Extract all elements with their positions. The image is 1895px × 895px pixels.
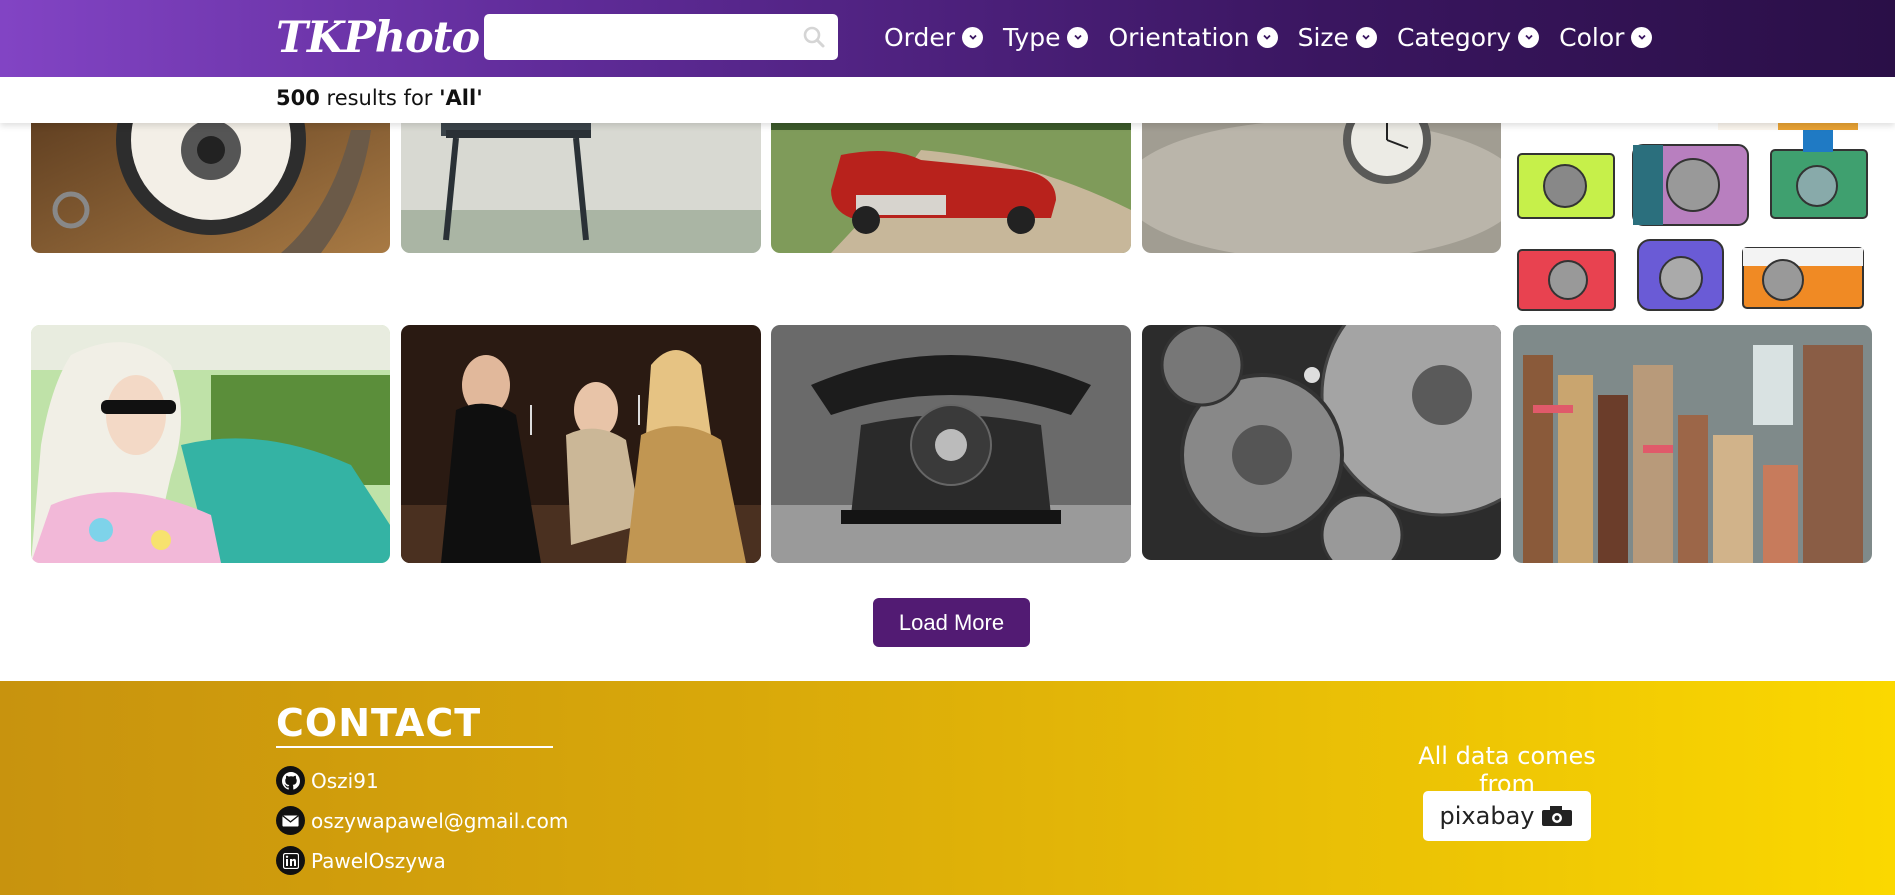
linkedin-username[interactable]: PawelOszywa (311, 849, 446, 873)
menu-orientation-label: Orientation (1108, 22, 1250, 52)
menu-category[interactable]: Category (1396, 22, 1540, 52)
envelope-icon (276, 806, 305, 835)
menu-order[interactable]: Order (884, 22, 984, 52)
camera-icon (1542, 806, 1573, 826)
photo-woman-vintage-car[interactable] (31, 325, 390, 563)
menu-color-label: Color (1559, 22, 1625, 52)
photo-black-rotary-telephone[interactable] (771, 325, 1131, 563)
contact-github[interactable]: Oszi91 (276, 766, 379, 795)
photo-stacks-of-books[interactable] (1513, 325, 1872, 563)
chevron-down-icon (1355, 26, 1377, 48)
data-source-text: All data comes from (1418, 742, 1596, 798)
chevron-down-icon (1631, 26, 1653, 48)
menu-category-label: Category (1396, 22, 1512, 52)
linkedin-icon (276, 846, 305, 875)
navbar: TKPhoto Order Type Orientation Size Cate… (0, 0, 1895, 77)
menu-type[interactable]: Type (1003, 22, 1089, 52)
menu-size[interactable]: Size (1298, 23, 1377, 52)
search-icon[interactable] (802, 25, 826, 49)
footer: CONTACT Oszi91 oszywapawel@gmail.com Paw… (0, 681, 1895, 895)
results-bar: 500 results for 'All' (0, 77, 1895, 123)
github-username[interactable]: Oszi91 (311, 769, 379, 793)
results-middle: results for (319, 86, 440, 110)
email-address[interactable]: oszywapawel@gmail.com (311, 809, 568, 833)
menu-type-label: Type (1003, 22, 1061, 52)
logo[interactable]: TKPhoto (276, 10, 480, 66)
photo-clockwork-gears[interactable] (1142, 325, 1501, 560)
contact-title: CONTACT (276, 701, 482, 745)
menu-orientation[interactable]: Orientation (1108, 22, 1278, 52)
load-more-button[interactable]: Load More (873, 598, 1030, 647)
search-box[interactable] (484, 14, 838, 60)
chevron-down-icon (1518, 26, 1540, 48)
menu-order-label: Order (884, 22, 956, 52)
pixabay-wordmark: pixabay (1439, 802, 1535, 830)
contact-divider (276, 746, 553, 748)
menu-color[interactable]: Color (1559, 22, 1653, 52)
search-input[interactable] (484, 14, 812, 60)
results-count: 500 (276, 86, 320, 110)
github-icon (276, 766, 305, 795)
chevron-down-icon (1256, 26, 1278, 48)
photo-camera-illustrations[interactable] (1513, 90, 1872, 317)
pixabay-logo-link[interactable]: pixabay (1423, 791, 1591, 841)
results-query: 'All' (439, 86, 483, 110)
contact-email[interactable]: oszywapawel@gmail.com (276, 806, 568, 835)
chevron-down-icon (962, 26, 984, 48)
contact-linkedin[interactable]: PawelOszywa (276, 846, 446, 875)
photo-three-women-wine[interactable] (401, 325, 761, 563)
filter-menu: Order Type Orientation Size Category Col… (884, 18, 1672, 56)
chevron-down-icon (1067, 26, 1089, 48)
menu-size-label: Size (1297, 22, 1349, 52)
results-summary: 500 results for 'All' (276, 86, 483, 110)
